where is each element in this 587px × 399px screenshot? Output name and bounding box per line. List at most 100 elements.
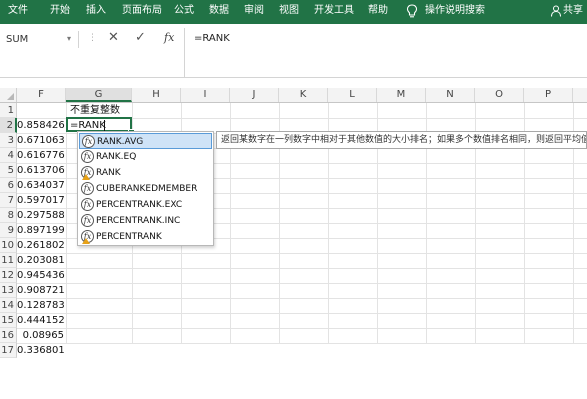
row-header[interactable]: 6 <box>0 178 17 193</box>
cell-f2[interactable]: 0.858426 <box>17 118 65 133</box>
cell-f5[interactable]: 0.613706 <box>17 163 65 178</box>
gridline <box>17 253 587 254</box>
autocomplete-item[interactable]: fx CUBERANKEDMEMBER <box>79 181 212 197</box>
tab-data[interactable]: 数据 <box>209 5 229 17</box>
tab-home[interactable]: 开始 <box>50 5 70 17</box>
tell-me-search[interactable]: 操作说明搜索 <box>425 5 485 17</box>
autocomplete-item[interactable]: fx RANK.EQ <box>79 149 212 165</box>
row-header[interactable]: 12 <box>0 268 17 283</box>
gridline <box>17 298 587 299</box>
lightbulb-icon <box>406 4 418 18</box>
cell-f11[interactable]: 0.203081 <box>17 253 65 268</box>
text-caret <box>104 120 105 131</box>
row-header[interactable]: 3 <box>0 133 17 148</box>
autocomplete-item-label: RANK.AVG <box>97 137 144 147</box>
autocomplete-item-label: RANK.EQ <box>96 152 137 162</box>
column-header-m[interactable]: M <box>377 88 426 102</box>
tab-view[interactable]: 视图 <box>279 5 299 17</box>
function-tooltip: 返回某数字在一列数字中相对于其他数值的大小排名；如果多个数值排名相同，则返回平均… <box>216 131 587 149</box>
column-header-n[interactable]: N <box>426 88 475 102</box>
function-icon: fx <box>81 214 94 227</box>
row-header[interactable]: 1 <box>0 103 17 118</box>
insert-function-button[interactable]: fx <box>164 31 174 44</box>
formula-input[interactable]: =RANK <box>194 33 230 44</box>
tab-review[interactable]: 审阅 <box>244 5 264 17</box>
autocomplete-item[interactable]: fx RANK <box>79 165 212 181</box>
formula-bar-divider <box>184 28 185 78</box>
cell-f12[interactable]: 0.945436 <box>17 268 65 283</box>
function-autocomplete-list: fx RANK.AVG fx RANK.EQ fx RANK fx CUBERANKEDMEM… <box>77 131 214 246</box>
cell-g1[interactable]: 不重复整数 <box>70 103 120 118</box>
tab-developer[interactable]: 开发工具 <box>314 5 354 17</box>
cell-f17[interactable]: 0.336801 <box>17 343 65 358</box>
row-header[interactable]: 8 <box>0 208 17 223</box>
cancel-button[interactable]: ✕ <box>108 30 119 45</box>
column-header-j[interactable]: J <box>230 88 279 102</box>
tab-help[interactable]: 帮助 <box>368 5 388 17</box>
cell-f14[interactable]: 0.128783 <box>17 298 65 313</box>
gridline <box>17 343 587 344</box>
cell-f16[interactable]: 0.08965 <box>17 328 64 343</box>
ribbon-bar: 文件 开始 插入 页面布局 公式 数据 审阅 视图 开发工具 帮助 操作说明搜索… <box>0 0 587 24</box>
column-header-o[interactable]: O <box>475 88 524 102</box>
select-all-corner[interactable] <box>0 88 17 102</box>
row-header[interactable]: 4 <box>0 148 17 163</box>
name-box[interactable]: SUM ▾ <box>0 31 79 48</box>
drag-handle-icon[interactable]: ⋮ <box>88 33 97 43</box>
row-header[interactable]: 11 <box>0 253 17 268</box>
cell-f13[interactable]: 0.908721 <box>17 283 65 298</box>
warning-icon <box>82 238 90 244</box>
column-header-h[interactable]: H <box>132 88 181 102</box>
autocomplete-item-label: PERCENTRANK <box>96 232 162 242</box>
cell-f9[interactable]: 0.897199 <box>17 223 65 238</box>
row-header[interactable]: 10 <box>0 238 17 253</box>
row-header[interactable]: 13 <box>0 283 17 298</box>
autocomplete-item[interactable]: fx PERCENTRANK.INC <box>79 213 212 229</box>
formula-bar-area <box>0 24 587 76</box>
tab-insert[interactable]: 插入 <box>86 5 106 17</box>
enter-button[interactable]: ✓ <box>135 30 146 45</box>
warning-icon <box>82 174 90 180</box>
row-header[interactable]: 17 <box>0 343 17 358</box>
column-header-p[interactable]: P <box>524 88 573 102</box>
autocomplete-item-label: CUBERANKEDMEMBER <box>96 184 198 194</box>
chevron-down-icon[interactable]: ▾ <box>67 34 71 43</box>
gridline <box>17 328 587 329</box>
autocomplete-item[interactable]: fx RANK.AVG <box>79 133 212 149</box>
function-icon: fx <box>81 182 94 195</box>
row-header[interactable]: 16 <box>0 328 17 343</box>
share-button[interactable]: 共享 <box>563 5 583 17</box>
autocomplete-item-label: PERCENTRANK.INC <box>96 216 181 226</box>
cell-f7[interactable]: 0.597017 <box>17 193 65 208</box>
row-header[interactable]: 15 <box>0 313 17 328</box>
column-header-row: F G H I J K L M N O P <box>0 88 587 103</box>
autocomplete-item[interactable]: fx PERCENTRANK <box>79 229 212 245</box>
cell-f10[interactable]: 0.261802 <box>17 238 65 253</box>
row-header[interactable]: 9 <box>0 223 17 238</box>
cell-f4[interactable]: 0.616776 <box>17 148 65 163</box>
autocomplete-item-label: PERCENTRANK.EXC <box>96 200 183 210</box>
row-header[interactable]: 2 <box>0 118 17 133</box>
function-icon: fx <box>81 150 94 163</box>
column-header-k[interactable]: K <box>279 88 328 102</box>
column-header-i[interactable]: I <box>181 88 230 102</box>
cell-f3[interactable]: 0.671063 <box>17 133 65 148</box>
column-header-f[interactable]: F <box>17 88 66 102</box>
cell-f6[interactable]: 0.634037 <box>17 178 65 193</box>
row-header[interactable]: 14 <box>0 298 17 313</box>
tab-page-layout[interactable]: 页面布局 <box>122 5 162 17</box>
tab-file[interactable]: 文件 <box>8 5 28 17</box>
autocomplete-item[interactable]: fx PERCENTRANK.EXC <box>79 197 212 213</box>
tab-formulas[interactable]: 公式 <box>174 5 194 17</box>
column-header-g[interactable]: G <box>66 88 132 102</box>
cell-f15[interactable]: 0.444152 <box>17 313 65 328</box>
gridline <box>17 283 587 284</box>
cell-f8[interactable]: 0.297588 <box>17 208 65 223</box>
person-icon <box>551 5 561 17</box>
autocomplete-item-label: RANK <box>96 168 121 178</box>
row-header[interactable]: 7 <box>0 193 17 208</box>
divider <box>0 77 587 78</box>
function-tooltip-text: 返回某数字在一列数字中相对于其他数值的大小排名；如果多个数值排名相同，则返回平均… <box>221 135 587 145</box>
column-header-l[interactable]: L <box>328 88 377 102</box>
row-header[interactable]: 5 <box>0 163 17 178</box>
